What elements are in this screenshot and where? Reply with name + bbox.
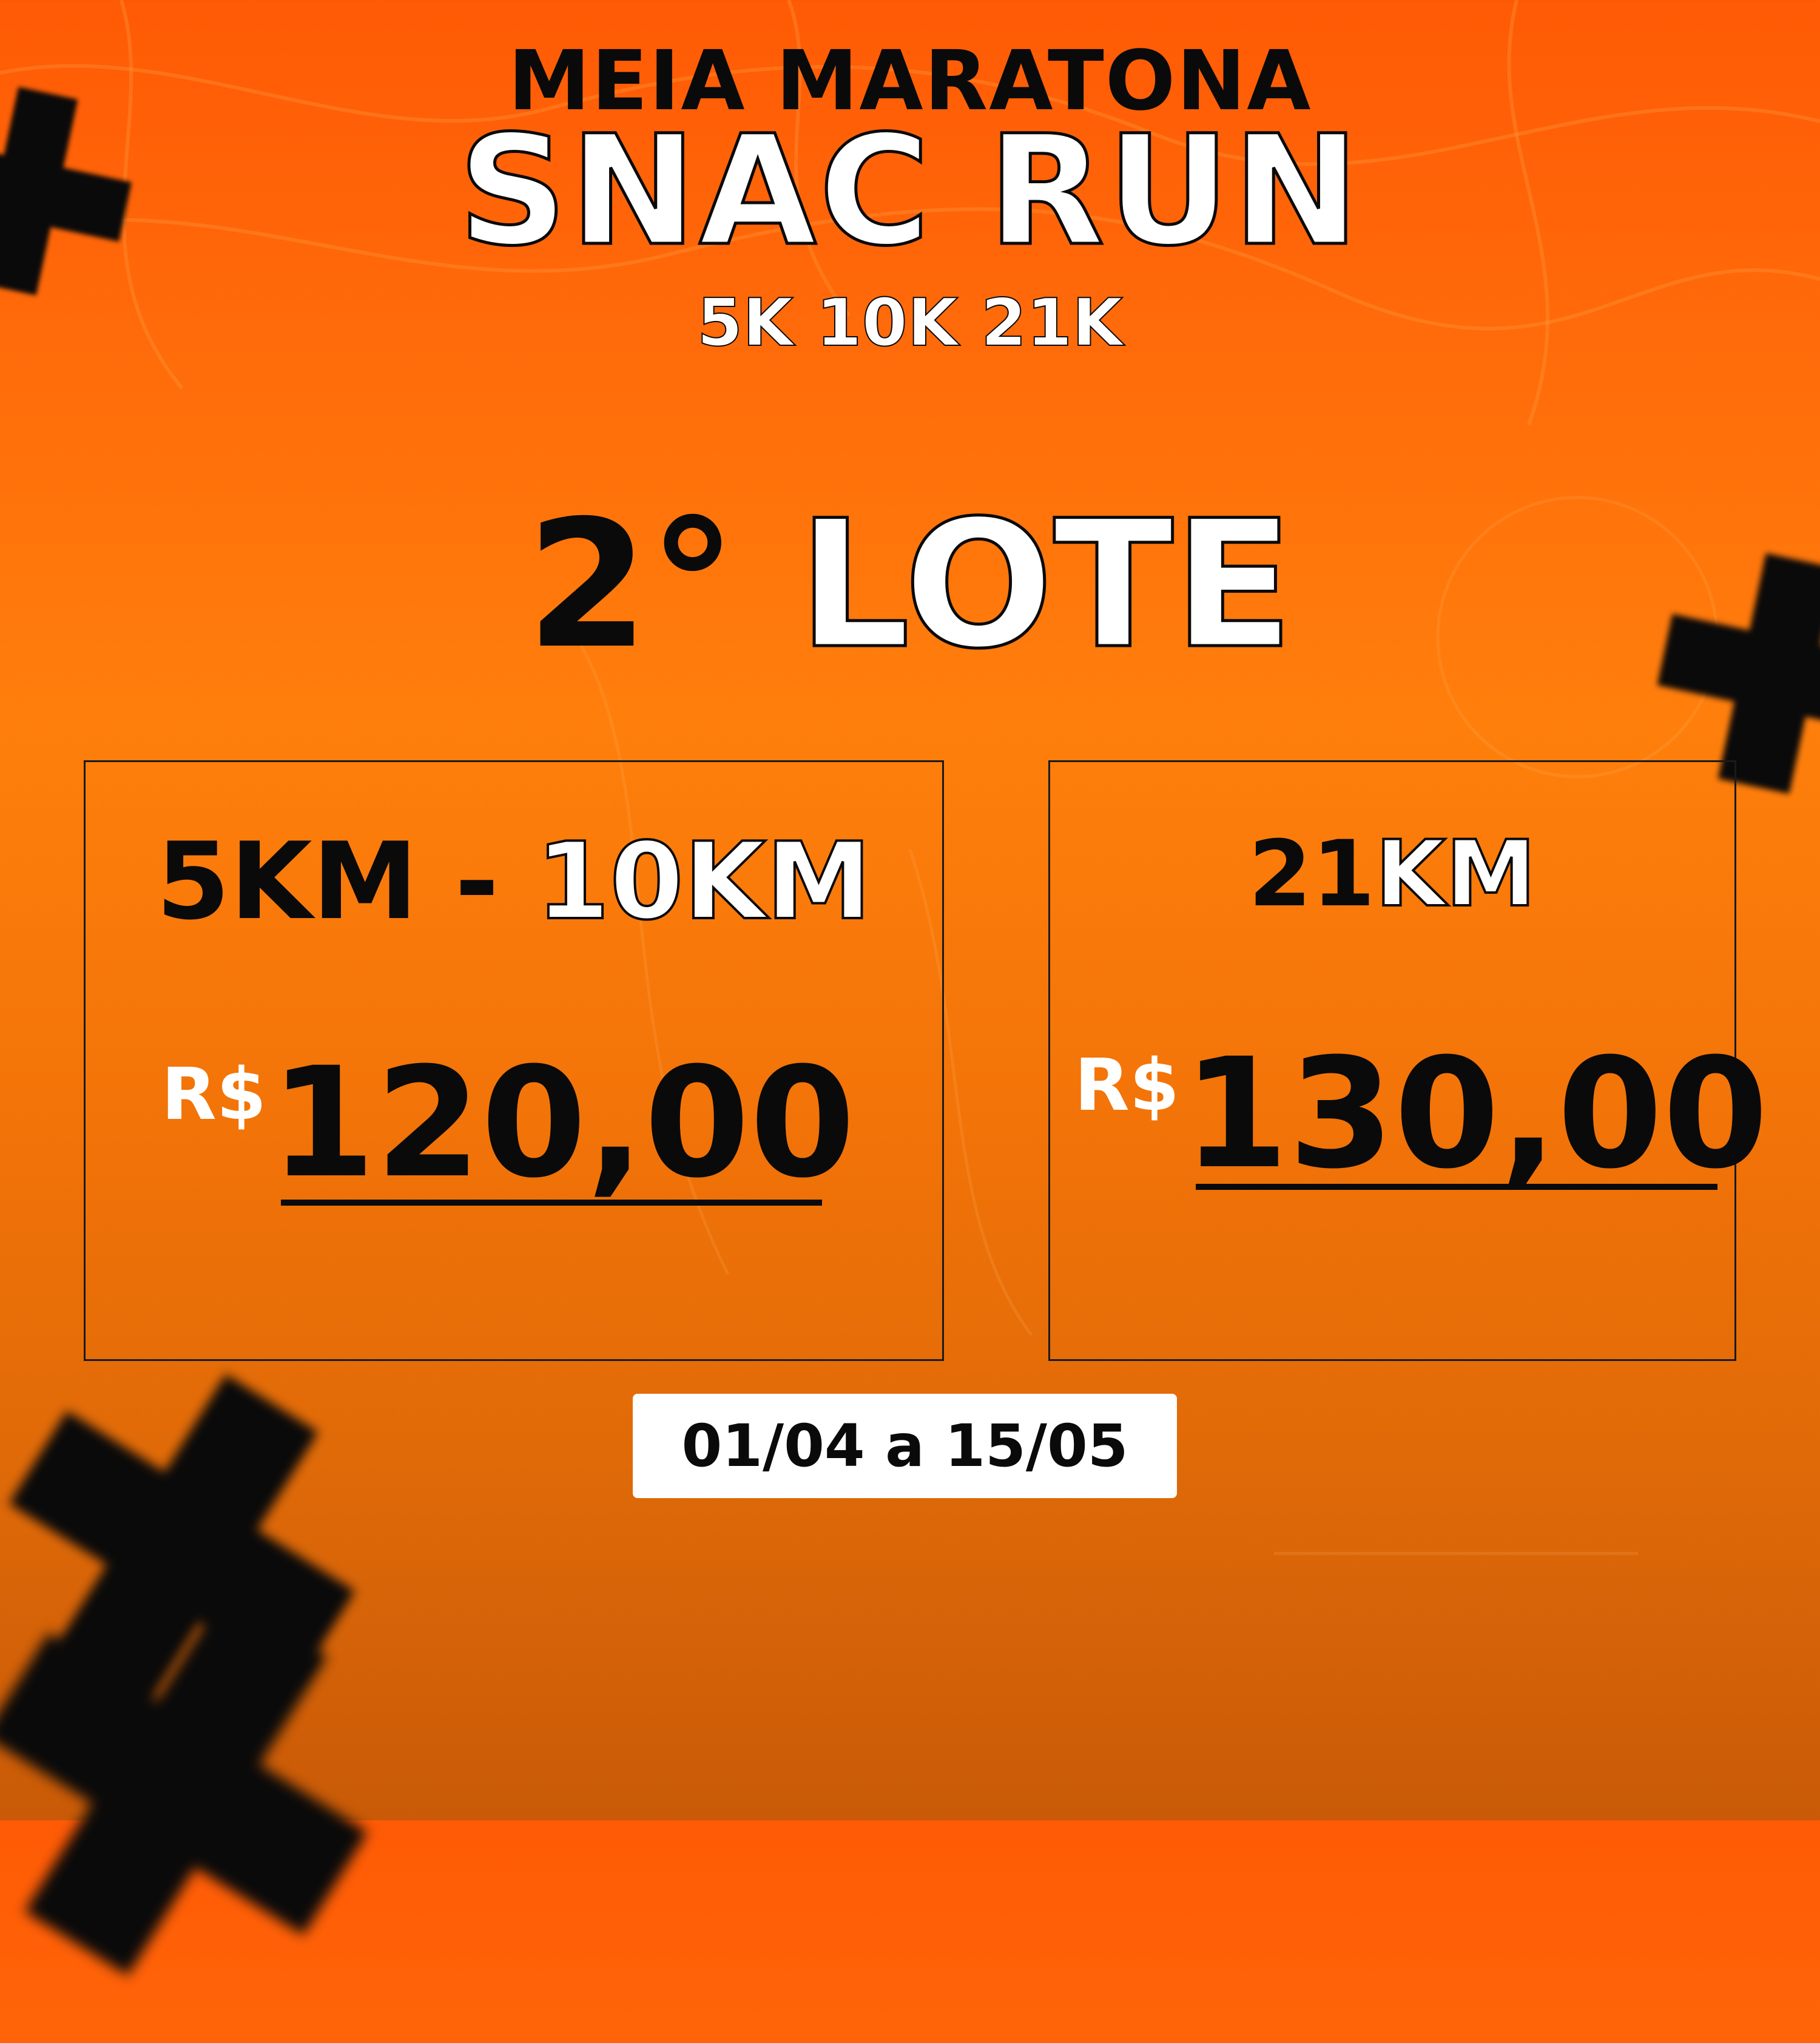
card-distance-part2: 10KM [534,820,872,944]
lot-number: 2° [526,483,737,687]
date-range-badge: 01/04 a 15/05 [633,1394,1177,1498]
currency-label: R$ [161,1052,266,1136]
price-card-21km: 21KM R$130,00 [1048,760,1768,1361]
price-underline [1196,1184,1717,1190]
price-amount: 120,00 [269,1035,855,1211]
event-distances: 5K 10K 21K [696,285,1124,362]
card-distance-part1: 5KM - [156,820,536,944]
price-underline [281,1200,822,1206]
cross-decoration-bottom-left-2 [0,1525,435,2043]
price-card-5km-10km: 5KM - 10KM R$120,00 [84,760,944,1361]
card-distance-part1: 21 [1248,822,1375,927]
price-row: R$120,00 [161,1047,855,1199]
lot-heading: 2° LOTE [0,496,1820,675]
card-distance: 5KM - 10KM [86,828,942,936]
cross-decoration-bottom-left-1 [0,1313,416,1781]
card-distance: 21KM [1050,828,1734,921]
currency-label: R$ [1074,1043,1179,1127]
price-row: R$130,00 [1074,1038,1768,1190]
lot-word: LOTE [797,483,1295,687]
event-title: SNAC RUN [456,103,1362,279]
price-amount: 130,00 [1182,1025,1768,1202]
card-distance-part2: KM [1374,822,1538,927]
